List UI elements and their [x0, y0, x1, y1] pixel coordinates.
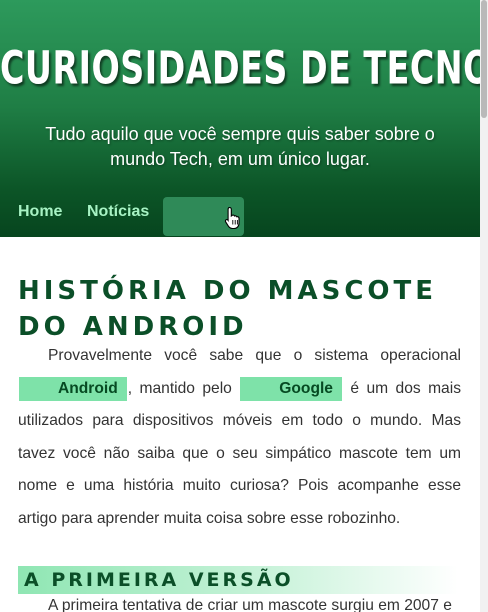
page: CURIOSIDADES DE TECNOLOGIA Tudo aquilo q…: [0, 0, 480, 612]
nav-news-link[interactable]: Notícias: [87, 203, 149, 221]
tag-google: Google: [240, 376, 342, 401]
intro-text-2: , mantido pelo: [127, 379, 240, 397]
vertical-scrollbar[interactable]: [480, 0, 488, 612]
site-header: CURIOSIDADES DE TECNOLOGIA Tudo aquilo q…: [0, 0, 480, 237]
scrollbar-thumb[interactable]: [481, 0, 487, 118]
hand-pointer-icon: [224, 206, 240, 230]
intro-paragraph: Provavelmente você sabe que o sistema op…: [18, 340, 461, 535]
site-title: CURIOSIDADES DE TECNOLOGIA: [0, 42, 480, 95]
section-heading-text: A PRIMEIRA VERSÃO: [24, 568, 294, 591]
article-title: HISTÓRIA DO MASCOTE DO ANDROID: [18, 276, 438, 343]
tag-android: Android: [19, 376, 127, 401]
section-paragraph: A primeira tentativa de criar um mascote…: [48, 597, 452, 612]
site-subtitle: Tudo aquilo que você sempre quis saber s…: [45, 124, 435, 169]
nav-home-link[interactable]: Home: [18, 203, 62, 221]
intro-text-1: Provavelmente você sabe que o sistema op…: [48, 347, 461, 364]
intro-text-3: é um dos mais utilizados para dispositiv…: [18, 379, 461, 527]
